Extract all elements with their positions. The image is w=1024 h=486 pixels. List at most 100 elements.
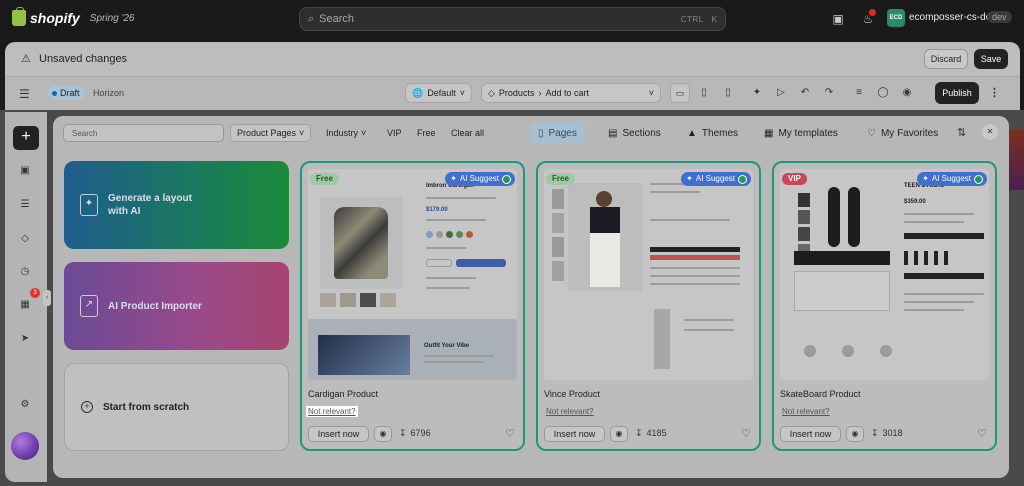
card-title: Cardigan Product <box>308 389 379 399</box>
mobile-icon[interactable]: ▯ <box>718 83 738 103</box>
folder-icon: ▦ <box>764 127 774 139</box>
shirt-icon: ▲ <box>687 127 697 139</box>
menu-icon[interactable]: ☰ <box>19 87 30 101</box>
view-tools: ≡ ◯ ◉ <box>849 83 917 103</box>
rocket-icon[interactable]: ➤ <box>18 332 32 346</box>
canvas-preview-edge <box>1009 130 1024 190</box>
card-title: SkateBoard Product <box>780 389 861 399</box>
chevron-down-icon: ˅ <box>361 128 367 138</box>
chevron-down-icon: ˅ <box>648 88 654 98</box>
store-avatar[interactable]: ECD <box>887 9 905 27</box>
page-breadcrumb[interactable]: ◇ Products › Add to cart ˅ <box>481 83 661 103</box>
preview-eye-icon[interactable]: ◉ <box>374 426 392 442</box>
clear-all-link[interactable]: Clear all <box>445 124 490 142</box>
thumb-product-box <box>794 271 890 311</box>
tab-label: My Favorites <box>880 127 939 139</box>
sort-icon[interactable]: ⇅ <box>957 126 966 139</box>
start-from-scratch-tile[interactable]: + Start from scratch <box>64 363 289 451</box>
insert-now-button[interactable]: Insert now <box>544 426 605 442</box>
global-search[interactable]: ⌕ Search CTRL K <box>299 7 726 31</box>
tablet-icon[interactable]: ▯ <box>694 83 714 103</box>
preview-eye-icon[interactable]: ◉ <box>610 426 628 442</box>
generate-layout-tile[interactable]: ✦ Generate a layout with AI <box>64 161 289 249</box>
draft-dot-icon <box>52 90 57 96</box>
assistant-avatar[interactable] <box>11 432 39 460</box>
inspector-icon[interactable]: ▦ <box>18 298 32 312</box>
template-select-label: Default <box>427 88 456 98</box>
thumb-price: $359.00 <box>904 199 926 205</box>
layers-icon[interactable]: ◇ <box>18 232 32 246</box>
filter-label: Product Pages <box>237 128 297 138</box>
sweater-image <box>320 197 402 289</box>
collapse-rail-button[interactable]: ‹ <box>43 290 51 306</box>
filter-free[interactable]: Free <box>411 124 442 142</box>
filter-industry[interactable]: Industry ˅ <box>320 124 372 142</box>
sections-icon[interactable]: ▣ <box>18 164 32 178</box>
skateboard-image <box>828 187 840 247</box>
sliders-icon[interactable]: ≡ <box>849 83 869 103</box>
sections-icon: ▤ <box>608 127 618 139</box>
redo-icon[interactable]: ↷ <box>819 83 839 103</box>
history-icon[interactable]: ◷ <box>18 265 32 279</box>
not-relevant-link[interactable]: Not relevant? <box>306 406 358 417</box>
ai-product-importer-tile[interactable]: ↗ AI Product Importer <box>64 262 289 350</box>
not-relevant-link[interactable]: Not relevant? <box>780 406 832 417</box>
template-select[interactable]: 🌐 Default ˅ <box>405 83 473 103</box>
save-button[interactable]: Save <box>974 49 1008 69</box>
chevron-right-icon: › <box>538 88 542 98</box>
insert-now-button[interactable]: Insert now <box>308 426 369 442</box>
download-count-value: 3018 <box>882 428 903 438</box>
store-name[interactable]: ecomposser-cs-dev <box>909 12 996 23</box>
tab-pages[interactable]: ▯ Pages <box>530 122 585 144</box>
template-card[interactable]: Imbron Cardigan $179.00 Outfit Your Vibe <box>300 161 525 451</box>
tab-label: Pages <box>548 127 577 139</box>
template-card[interactable]: Free ✦ AI Suggest Vince Product Not rele… <box>536 161 761 451</box>
not-relevant-link[interactable]: Not relevant? <box>544 406 596 417</box>
tab-my-favorites[interactable]: ♡ My Favorites <box>859 122 946 144</box>
shopify-logo[interactable]: shopify Spring '26 <box>12 7 135 26</box>
rail-notification-badge: 3 <box>30 288 40 298</box>
import-icon: ↗ <box>80 295 98 317</box>
favorite-heart-icon[interactable]: ♡ <box>741 427 751 440</box>
publish-button[interactable]: Publish <box>935 82 979 104</box>
tab-my-templates[interactable]: ▦ My templates <box>756 122 846 144</box>
play-icon[interactable]: ▷ <box>771 83 791 103</box>
thumb-promo-banner <box>794 251 890 265</box>
preview-eye-icon[interactable]: ◉ <box>846 426 864 442</box>
unsaved-title: Unsaved changes <box>39 53 128 65</box>
notification-dot <box>869 9 876 16</box>
ai-status-icon <box>502 174 511 184</box>
eye-icon[interactable]: ◉ <box>897 83 917 103</box>
list-icon[interactable]: ☰ <box>18 198 32 212</box>
desktop-icon[interactable]: ▭ <box>670 83 690 103</box>
discard-button[interactable]: Discard <box>924 49 968 69</box>
insert-now-button[interactable]: Insert now <box>780 426 841 442</box>
tile-label: Generate a layout with AI <box>108 193 192 217</box>
breadcrumb-parent: Products <box>498 88 535 98</box>
tab-themes[interactable]: ▲ Themes <box>679 122 746 144</box>
inspect-icon[interactable]: ◯ <box>873 83 893 103</box>
filter-vip[interactable]: VIP <box>381 124 408 142</box>
magic-icon[interactable]: ✦ <box>747 83 767 103</box>
thumb-add-to-cart <box>904 273 984 279</box>
draft-badge: Draft <box>48 86 85 100</box>
gear-icon[interactable]: ⚙ <box>18 398 32 412</box>
library-search-input[interactable]: Search <box>63 124 224 142</box>
chevron-down-icon: ˅ <box>459 88 466 98</box>
favorite-heart-icon[interactable]: ♡ <box>977 427 987 440</box>
filter-label: Industry <box>326 128 359 138</box>
draft-label: Draft <box>60 88 80 98</box>
filter-product-pages[interactable]: Product Pages ˅ <box>230 124 312 142</box>
thumb-buy-now-button <box>650 255 740 260</box>
undo-icon[interactable]: ↶ <box>795 83 815 103</box>
inbox-icon[interactable]: ▣ <box>830 11 846 27</box>
more-options-icon[interactable]: ⋮ <box>989 86 1000 99</box>
shortcut-ctrl: CTRL <box>680 14 704 24</box>
close-icon[interactable]: ✕ <box>982 124 998 140</box>
tile-label: Start from scratch <box>103 401 190 413</box>
ai-document-icon: ✦ <box>80 194 98 216</box>
favorite-heart-icon[interactable]: ♡ <box>505 427 515 440</box>
template-card[interactable]: TEEN STUDIO $359.00 VIP ✦ AI Suggest Ska… <box>772 161 997 451</box>
add-section-button[interactable]: + <box>13 126 39 150</box>
tab-sections[interactable]: ▤ Sections <box>600 122 669 144</box>
